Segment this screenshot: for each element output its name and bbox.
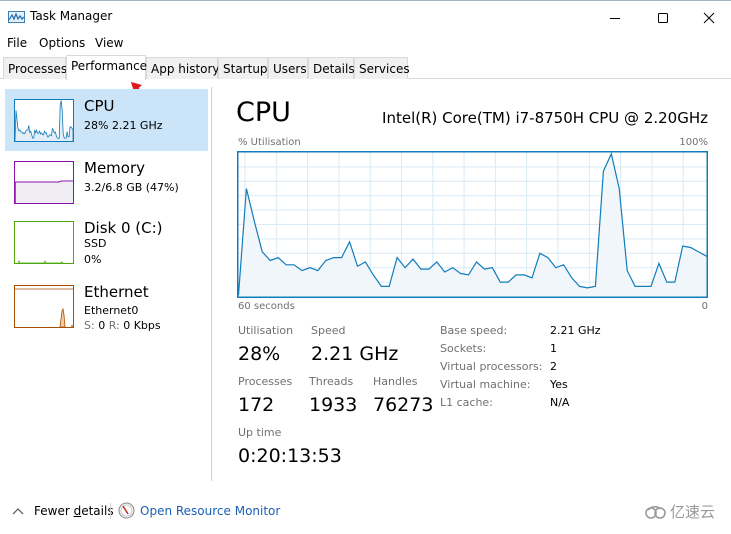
utilisation-value: 28% — [238, 343, 280, 365]
menu-view[interactable]: View — [95, 36, 123, 50]
memory-thumbnail-graph — [14, 161, 74, 204]
base-speed-value: 2.21 GHz — [550, 324, 601, 337]
close-button[interactable] — [686, 5, 731, 31]
threads-value: 1933 — [309, 394, 357, 416]
ethernet-thumbnail-graph — [14, 285, 74, 328]
footer-separator — [110, 503, 111, 519]
fewer-details-text-b: etails — [81, 504, 113, 518]
sidebar-item-disk[interactable]: Disk 0 (C:) SSD 0% — [5, 211, 208, 273]
cpu-utilisation-graph — [237, 151, 708, 298]
speed-value: 2.21 GHz — [311, 343, 398, 365]
uptime-label: Up time — [238, 426, 281, 439]
menu-options[interactable]: Options — [39, 36, 85, 50]
tab-processes[interactable]: Processes — [3, 57, 66, 79]
resource-monitor-icon — [118, 502, 135, 519]
processes-value: 172 — [238, 394, 274, 416]
tab-details[interactable]: Details — [308, 57, 354, 79]
sidebar-ethernet-name: Ethernet — [84, 283, 149, 301]
cloud-logo-icon — [645, 505, 667, 519]
virtual-processors-label: Virtual processors: — [440, 360, 542, 373]
open-resource-monitor-link[interactable]: Open Resource Monitor — [140, 504, 280, 518]
chevron-up-icon[interactable] — [12, 507, 24, 515]
minimize-icon — [609, 12, 621, 24]
page-title: CPU — [236, 97, 291, 128]
receive-label: R: — [109, 319, 120, 332]
watermark: 亿速云 — [645, 501, 715, 522]
performance-sidebar: CPU 28% 2.21 GHz Memory 3.2/6.8 GB (47%)… — [0, 87, 212, 481]
handles-value: 76273 — [373, 394, 433, 416]
sockets-label: Sockets: — [440, 342, 486, 355]
virtual-machine-label: Virtual machine: — [440, 378, 530, 391]
sidebar-cpu-name: CPU — [84, 97, 115, 115]
sidebar-item-memory[interactable]: Memory 3.2/6.8 GB (47%) — [5, 151, 208, 213]
send-value: 0 — [98, 319, 105, 332]
graph-y-label: % Utilisation — [238, 137, 301, 148]
title-bar[interactable]: Task Manager — [0, 1, 731, 33]
tab-bar: Processes Performance App history Startu… — [0, 55, 731, 79]
base-speed-label: Base speed: — [440, 324, 507, 337]
processes-label: Processes — [238, 375, 292, 388]
graph-y-max-label: 100% — [679, 137, 708, 148]
speed-label: Speed — [311, 324, 345, 337]
receive-value: 0 Kbps — [123, 319, 160, 332]
task-manager-window: Task Manager File Options View Processes… — [0, 0, 731, 533]
utilisation-label: Utilisation — [238, 324, 293, 337]
sidebar-cpu-usage: 28% 2.21 GHz — [84, 119, 163, 132]
graph-x-label: 60 seconds — [238, 301, 295, 312]
tab-app-history[interactable]: App history — [146, 57, 218, 79]
footer: Fewer details Open Resource Monitor — [0, 491, 731, 534]
sidebar-memory-name: Memory — [84, 159, 145, 177]
window-title: Task Manager — [30, 9, 112, 23]
sidebar-disk-usage: 0% — [84, 253, 101, 266]
tab-services[interactable]: Services — [354, 57, 408, 79]
l1-cache-label: L1 cache: — [440, 396, 493, 409]
watermark-text: 亿速云 — [670, 501, 715, 522]
sidebar-disk-type: SSD — [84, 237, 106, 250]
send-label: S: — [84, 319, 95, 332]
virtual-processors-value: 2 — [550, 360, 557, 373]
sockets-value: 1 — [550, 342, 557, 355]
task-manager-icon — [8, 11, 25, 23]
graph-x-end-label: 0 — [702, 301, 708, 312]
tab-performance[interactable]: Performance — [66, 55, 146, 80]
fewer-details-text-a: Fewer — [34, 504, 74, 518]
virtual-machine-value: Yes — [550, 378, 568, 391]
sidebar-item-ethernet[interactable]: Ethernet Ethernet0 S: 0 R: 0 Kbps — [5, 277, 208, 339]
cpu-detail-panel: CPU Intel(R) Core(TM) i7-8750H CPU @ 2.2… — [224, 87, 731, 481]
menu-bar: File Options View — [0, 34, 731, 54]
sidebar-ethernet-throughput: S: 0 R: 0 Kbps — [84, 319, 161, 332]
handles-label: Handles — [373, 375, 418, 388]
close-icon — [703, 12, 715, 24]
l1-cache-value: N/A — [550, 396, 569, 409]
cpu-model-name: Intel(R) Core(TM) i7-8750H CPU @ 2.20GHz — [382, 109, 708, 127]
maximize-button[interactable] — [640, 5, 686, 31]
disk-thumbnail-graph — [14, 221, 74, 264]
cpu-usage-area — [239, 154, 707, 297]
sidebar-ethernet-adapter: Ethernet0 — [84, 304, 138, 317]
fewer-details-button[interactable]: Fewer details — [34, 504, 114, 518]
sidebar-memory-usage: 3.2/6.8 GB (47%) — [84, 181, 179, 194]
minimize-button[interactable] — [592, 5, 638, 31]
uptime-value: 0:20:13:53 — [238, 445, 342, 467]
sidebar-item-cpu[interactable]: CPU 28% 2.21 GHz — [5, 89, 208, 151]
maximize-icon — [657, 12, 669, 24]
menu-file[interactable]: File — [7, 36, 27, 50]
threads-label: Threads — [309, 375, 353, 388]
tab-startup[interactable]: Startup — [218, 57, 268, 79]
tab-users[interactable]: Users — [268, 57, 308, 79]
cpu-thumbnail-graph — [14, 99, 74, 142]
sidebar-disk-name: Disk 0 (C:) — [84, 219, 163, 237]
